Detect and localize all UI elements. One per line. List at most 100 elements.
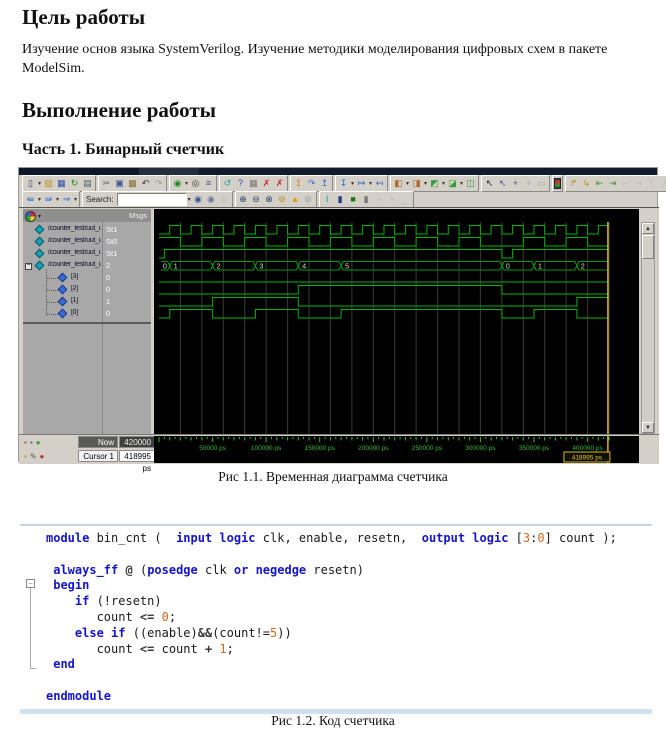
- next-fall-icon[interactable]: ╱: [658, 177, 666, 190]
- zoom-mode-icon[interactable]: ↖: [496, 177, 509, 190]
- waveform-canvas[interactable]: 012345012: [154, 222, 639, 434]
- signal-row[interactable]: [2]0: [23, 284, 151, 296]
- next-rise-icon[interactable]: ¬: [632, 177, 645, 190]
- timeline-ruler[interactable]: 50000 ps100000 ps150000 ps200000 ps25000…: [154, 436, 639, 463]
- search-label: Search:: [86, 195, 114, 204]
- edge-left-icon[interactable]: ⌐: [373, 193, 386, 206]
- edge-right-icon[interactable]: ¬: [386, 193, 399, 206]
- run-all-icon[interactable]: ↥: [318, 177, 331, 190]
- next-transition-icon[interactable]: ↳: [580, 177, 593, 190]
- toolbar-group: I▮■▮⌐¬_: [319, 191, 414, 208]
- wave-tab-icon[interactable]: [25, 211, 36, 222]
- break-icon[interactable]: ◫: [464, 177, 477, 190]
- step-over-icon[interactable]: ↦: [355, 177, 368, 190]
- find-prev-icon[interactable]: ◉: [205, 193, 218, 206]
- select-bar-icon[interactable]: ▮: [334, 193, 347, 206]
- compile-icon[interactable]: ◉: [171, 177, 184, 190]
- select-mode-icon[interactable]: ↖: [483, 177, 496, 190]
- signal-name: /counter_test/uut_i...: [48, 225, 101, 232]
- signal-row[interactable]: [1]1: [23, 296, 151, 308]
- goto-icon[interactable]: ⇒: [60, 193, 73, 206]
- redo-icon[interactable]: ↷: [152, 177, 165, 190]
- save-icon[interactable]: ▦: [55, 177, 68, 190]
- signal-row[interactable]: /counter_test/uut_i...St1: [23, 224, 151, 236]
- zoom-range-icon[interactable]: ⊘: [302, 193, 315, 206]
- signal-row[interactable]: [3]0: [23, 272, 151, 284]
- print-icon[interactable]: ▤: [81, 177, 94, 190]
- run-continue2-icon[interactable]: ◩: [428, 177, 441, 190]
- zoom-warning-icon[interactable]: ▲: [289, 193, 302, 206]
- toolbar-group: ↖↖++▭: [481, 175, 550, 192]
- outline-icon[interactable]: ≡: [202, 177, 215, 190]
- insert-cursor-icon[interactable]: I: [321, 193, 334, 206]
- prev-transition-icon[interactable]: ↱: [567, 177, 580, 190]
- new-file-icon[interactable]: ▯: [24, 177, 37, 190]
- help-icon[interactable]: ?: [234, 177, 247, 190]
- wave-select-icon[interactable]: ▪: [24, 438, 27, 447]
- copy-icon[interactable]: ▣: [113, 177, 126, 190]
- code-token: (!resetn): [89, 594, 161, 608]
- step-out-icon[interactable]: ↤: [373, 177, 386, 190]
- step-into-icon[interactable]: ↧: [337, 177, 350, 190]
- prev-edge-icon[interactable]: ⇤: [593, 177, 606, 190]
- edge-low-icon[interactable]: _: [399, 193, 412, 206]
- wave-tab-dropdown-icon[interactable]: ▾: [38, 213, 41, 220]
- gray-bar-icon[interactable]: ▮: [360, 193, 373, 206]
- signal-value: 0: [106, 309, 110, 318]
- run-icon[interactable]: ◨: [410, 177, 423, 190]
- open-folder-icon[interactable]: ▨: [42, 177, 55, 190]
- signal-row[interactable]: [0]0: [23, 308, 151, 320]
- zoom-in-icon[interactable]: ⊕: [237, 193, 250, 206]
- find-next-icon[interactable]: ◉: [192, 193, 205, 206]
- recompile-icon[interactable]: ↺: [221, 177, 234, 190]
- lock-cursor-icon[interactable]: ▪: [24, 452, 27, 461]
- cursor-row-label[interactable]: Cursor 1: [78, 450, 118, 462]
- edit-mode-icon[interactable]: ▭: [535, 177, 548, 190]
- zoom-full-icon[interactable]: ⊗: [263, 193, 276, 206]
- signal-name: [3]: [71, 273, 99, 280]
- find-options-icon[interactable]: ◎: [218, 193, 231, 206]
- grid-icon[interactable]: ▦: [247, 177, 260, 190]
- paste-icon[interactable]: ▩: [126, 177, 139, 190]
- svg-text:0: 0: [163, 264, 167, 271]
- reload-icon[interactable]: ↻: [68, 177, 81, 190]
- code-token: &&: [198, 626, 212, 640]
- find-icon[interactable]: ◎: [189, 177, 202, 190]
- next-edge-icon[interactable]: ⇥: [606, 177, 619, 190]
- scroll-up-icon[interactable]: ▲: [642, 223, 654, 234]
- delete-cursor-icon[interactable]: ●: [40, 452, 45, 461]
- goto-dropdown-icon[interactable]: ▾: [73, 196, 78, 203]
- signal-row[interactable]: /counter_test/uut_i...St1: [23, 248, 151, 260]
- continue-run-icon[interactable]: ↷: [305, 177, 318, 190]
- zoom-out-icon[interactable]: ⊖: [250, 193, 263, 206]
- signal-names-panel[interactable]: /counter_test/uut_i...St1/counter_test/u…: [23, 222, 151, 434]
- run-all2-icon[interactable]: ◪: [446, 177, 459, 190]
- wave-vertical-scrollbar[interactable]: ▲ ▼: [641, 222, 655, 434]
- search-input[interactable]: [117, 193, 187, 206]
- crosshair-mode-icon[interactable]: +: [522, 177, 535, 190]
- signal-row[interactable]: −/counter_test/uut_i...2: [23, 260, 151, 272]
- add-marker-icon[interactable]: ■: [347, 193, 360, 206]
- svg-text:200000 ps: 200000 ps: [358, 445, 389, 452]
- edit-cursor-icon[interactable]: ✎: [30, 452, 37, 461]
- delete-item-icon[interactable]: ✗: [273, 177, 286, 190]
- undo-icon[interactable]: ↶: [139, 177, 152, 190]
- wave-window-icon[interactable]: ▪: [30, 438, 33, 447]
- signal-row[interactable]: /counter_test/uut_i...St0: [23, 236, 151, 248]
- scroll-down-icon[interactable]: ▼: [642, 422, 654, 433]
- prev-fall-icon[interactable]: ╲: [645, 177, 658, 190]
- prev-rise-icon[interactable]: ⌐: [619, 177, 632, 190]
- scrollbar-thumb[interactable]: [642, 235, 654, 259]
- now-time-value: 420000 ps: [119, 436, 155, 448]
- cut-icon[interactable]: ✂: [100, 177, 113, 190]
- wave-expand-icon[interactable]: ●: [36, 438, 41, 447]
- zoom-cursor-icon[interactable]: ⊚: [276, 193, 289, 206]
- stop-sim-icon[interactable]: [554, 178, 561, 189]
- back-icon[interactable]: ⇚: [24, 193, 37, 206]
- remove-item-icon[interactable]: ✗: [260, 177, 273, 190]
- forward-icon[interactable]: ⇛: [42, 193, 55, 206]
- pan-mode-icon[interactable]: +: [509, 177, 522, 190]
- collapse-icon[interactable]: −: [25, 263, 32, 270]
- restart-sim-icon[interactable]: ↥: [292, 177, 305, 190]
- run-length-icon[interactable]: ◧: [392, 177, 405, 190]
